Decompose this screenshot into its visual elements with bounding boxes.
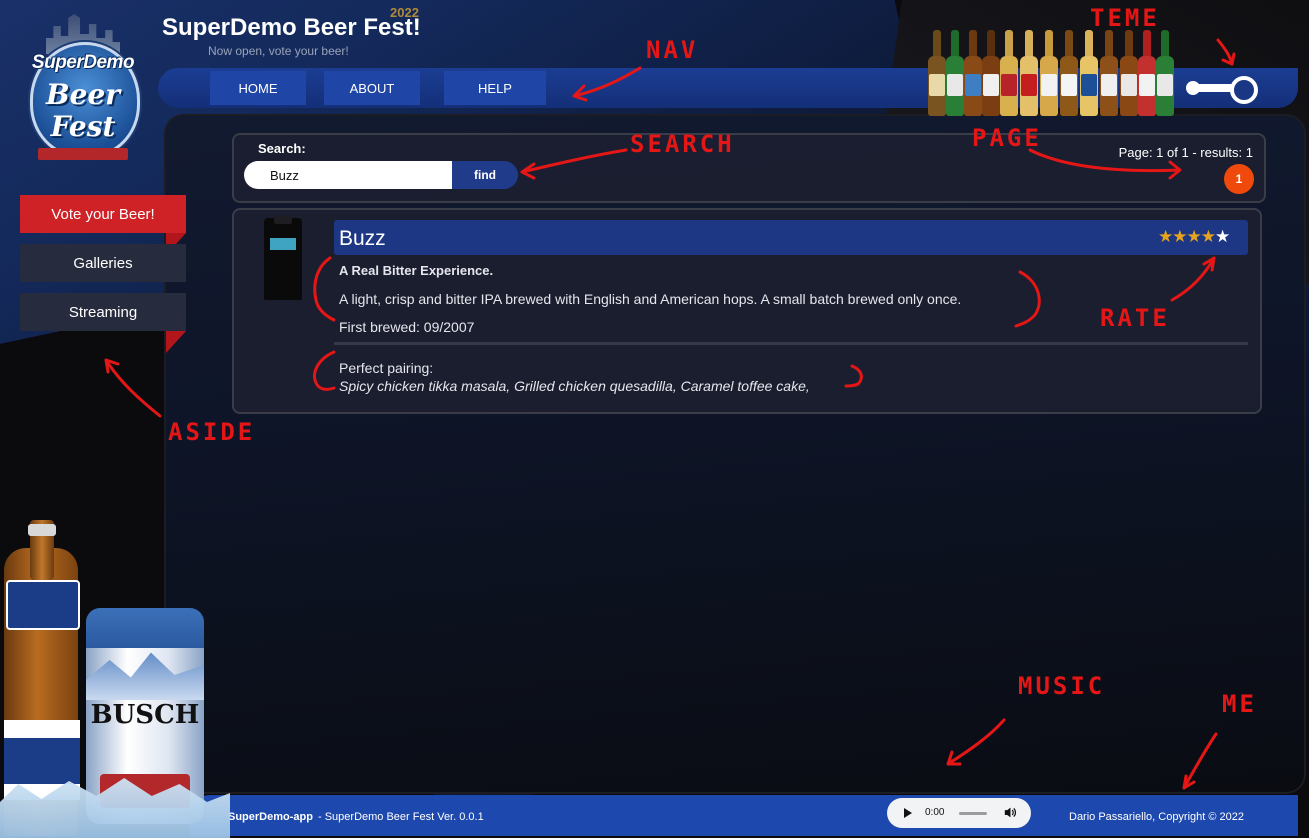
footer-copyright: Dario Passariello, Copyright © 2022 <box>1069 811 1245 823</box>
logo-ribbon <box>38 148 128 160</box>
beer-cans-image: BUSCH <box>0 520 230 838</box>
annotation-music: MUSIC <box>1018 672 1106 700</box>
theme-toggle-knob-right <box>1230 76 1258 104</box>
rating-stars: ★★★★★ <box>1158 227 1230 247</box>
bottle-label-top <box>6 580 80 630</box>
search-input[interactable] <box>244 161 452 189</box>
theme-toggle-knob-left <box>1186 81 1200 95</box>
beer-title-bar <box>334 220 1248 255</box>
beer-image <box>264 216 302 300</box>
star-icon[interactable]: ★ <box>1201 227 1216 247</box>
bottle-graphic <box>1060 30 1078 116</box>
play-icon[interactable] <box>904 808 912 818</box>
annotation-aside: ASIDE <box>168 418 256 446</box>
site-logo[interactable]: SuperDemo Beer Fest <box>24 8 142 168</box>
beer-description: A light, crisp and bitter IPA brewed wit… <box>339 291 962 307</box>
bottle-graphic <box>1020 30 1038 116</box>
player-time: 0:00 <box>925 807 945 818</box>
bottle-cap <box>28 524 56 536</box>
nav-help[interactable]: HELP <box>444 71 546 105</box>
bottle-graphic <box>1000 30 1018 116</box>
page-1-button[interactable]: 1 <box>1224 164 1254 194</box>
annotation-search: SEARCH <box>630 130 735 158</box>
bottle-cap <box>274 216 292 224</box>
find-button[interactable]: find <box>452 161 518 189</box>
bottle-graphic <box>964 30 982 116</box>
bottle-graphic <box>1100 30 1118 116</box>
bottle-label <box>270 238 296 250</box>
card-divider <box>334 342 1248 345</box>
annotation-theme: TEME <box>1090 4 1160 32</box>
bottle-graphic <box>1040 30 1058 116</box>
bottle-graphic <box>1138 30 1156 116</box>
bottles-image <box>926 20 1176 116</box>
bottle-graphic <box>982 30 1000 116</box>
can-top <box>86 608 204 648</box>
star-icon[interactable]: ★ <box>1215 227 1230 247</box>
pairing-items: Spicy chicken tikka masala, Grilled chic… <box>339 378 810 394</box>
bottle-label-band <box>4 738 80 784</box>
can-text: BUSCH <box>90 700 200 730</box>
logo-line-1: SuperDemo <box>31 52 135 73</box>
site-subtitle: Now open, vote your beer! <box>208 44 349 58</box>
bottle-graphic <box>946 30 964 116</box>
annotation-me: ME <box>1222 690 1257 718</box>
bottle-graphic <box>1120 30 1138 116</box>
beer-name: Buzz <box>339 227 386 250</box>
annotation-rate: RATE <box>1100 304 1170 332</box>
bottle-graphic <box>928 30 946 116</box>
star-icon[interactable]: ★ <box>1158 227 1173 247</box>
beer-tagline: A Real Bitter Experience. <box>339 263 494 278</box>
nav-home[interactable]: HOME <box>210 71 306 105</box>
vote-your-beer-button[interactable]: Vote your Beer! <box>20 195 186 233</box>
annotation-page: PAGE <box>972 124 1042 152</box>
bottle-graphic <box>1080 30 1098 116</box>
pagination-info: Page: 1 of 1 - results: 1 <box>1118 145 1253 160</box>
logo-line-3: Fest <box>50 110 116 143</box>
galleries-button[interactable]: Galleries <box>20 244 186 282</box>
footer-app-name: SuperDemo-app <box>228 811 313 823</box>
site-title: SuperDemo Beer Fest! <box>162 14 421 41</box>
search-label: Search: <box>258 141 306 156</box>
star-icon[interactable]: ★ <box>1172 227 1187 247</box>
bottle-graphic <box>1156 30 1174 116</box>
pairing-label: Perfect pairing: <box>339 360 434 376</box>
streaming-button[interactable]: Streaming <box>20 293 186 331</box>
nav-about[interactable]: ABOUT <box>324 71 420 105</box>
beer-first-brewed: First brewed: 09/2007 <box>339 319 475 335</box>
player-seek-bar[interactable] <box>959 812 987 815</box>
annotation-nav: NAV <box>646 36 699 64</box>
volume-icon[interactable] <box>1004 806 1017 819</box>
star-icon[interactable]: ★ <box>1187 227 1202 247</box>
footer-version: - SuperDemo Beer Fest Ver. 0.0.1 <box>318 811 484 823</box>
site-year: 2022 <box>390 5 419 20</box>
theme-toggle[interactable] <box>1186 76 1258 104</box>
logo-line-2: Beer <box>45 78 121 111</box>
